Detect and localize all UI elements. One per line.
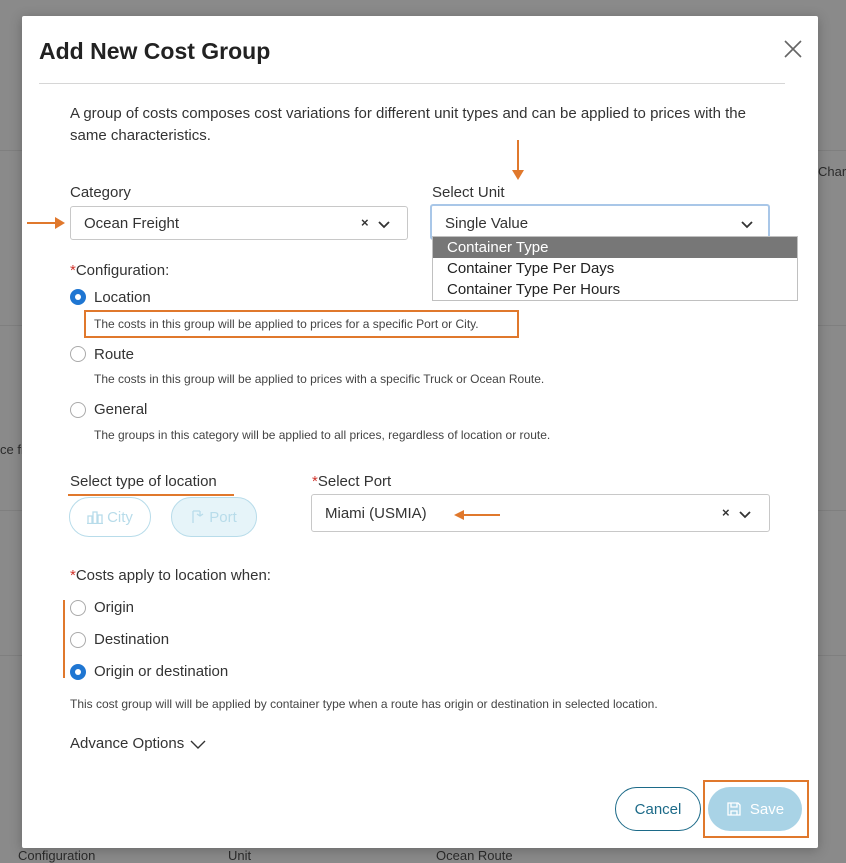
radio-origin-label[interactable]: Origin — [94, 599, 134, 616]
radio-location[interactable] — [70, 289, 86, 305]
general-help: The groups in this category will be appl… — [94, 428, 551, 442]
port-icon — [192, 510, 204, 523]
select-port-value: Miami (USMIA) — [325, 505, 427, 522]
applies-help: This cost group will will be applied by … — [70, 697, 658, 711]
radio-origin-or-destination[interactable] — [70, 664, 86, 680]
cancel-button[interactable]: Cancel — [615, 787, 701, 831]
radio-general-label[interactable]: General — [94, 401, 147, 418]
city-icon — [87, 511, 104, 524]
add-cost-group-modal: Add New Cost Group A group of costs comp… — [22, 16, 818, 848]
bg-col-ocean-route: Ocean Route — [436, 848, 513, 863]
category-label: Category — [70, 184, 131, 201]
applies-when-label: *Costs apply to location when: — [70, 567, 271, 584]
radio-route[interactable] — [70, 346, 86, 362]
radio-origin-or-destination-label[interactable]: Origin or destination — [94, 663, 228, 680]
radio-destination-label[interactable]: Destination — [94, 631, 169, 648]
chevron-down-icon[interactable] — [738, 507, 752, 521]
select-unit-select[interactable]: Single Value — [430, 204, 770, 240]
radio-destination[interactable] — [70, 632, 86, 648]
chevron-down-icon[interactable] — [740, 217, 754, 231]
annotation-arrow-line — [517, 140, 519, 174]
category-value: Ocean Freight — [84, 215, 180, 232]
advance-options-toggle[interactable]: Advance Options — [70, 735, 206, 752]
category-select[interactable]: Ocean Freight × — [70, 206, 408, 240]
location-type-label: Select type of location — [70, 473, 217, 490]
annotation-arrow-head — [55, 217, 65, 229]
modal-description: A group of costs composes cost variation… — [70, 105, 746, 144]
option-container-type-per-days[interactable]: Container Type Per Days — [433, 258, 797, 279]
save-icon — [727, 802, 741, 816]
bg-bottom-bar: Configuration Unit Ocean Route — [0, 846, 846, 863]
select-unit-value: Single Value — [445, 215, 529, 232]
radio-location-label[interactable]: Location — [94, 289, 151, 306]
chevron-down-icon — [190, 740, 206, 749]
annotation-bar — [63, 600, 65, 678]
radio-origin[interactable] — [70, 600, 86, 616]
clear-icon[interactable]: × — [722, 505, 730, 520]
title-divider — [39, 83, 785, 84]
select-port-label: *Select Port — [312, 473, 392, 490]
route-help: The costs in this group will be applied … — [94, 372, 545, 386]
clear-icon[interactable]: × — [361, 215, 369, 230]
annotation-arrow — [454, 510, 500, 520]
port-button[interactable]: Port — [171, 497, 257, 537]
chevron-down-icon[interactable] — [377, 217, 391, 231]
annotation-underline — [68, 494, 234, 496]
save-button[interactable]: Save — [708, 787, 802, 831]
radio-general[interactable] — [70, 402, 86, 418]
select-unit-dropdown: Container Type Container Type Per Days C… — [432, 236, 798, 301]
bg-col-unit: Unit — [228, 848, 252, 863]
save-button-label: Save — [749, 800, 785, 818]
location-help: The costs in this group will be applied … — [94, 317, 479, 331]
modal-title: Add New Cost Group — [39, 38, 271, 64]
city-button-label: City — [107, 508, 133, 526]
configuration-label: *Configuration: — [70, 262, 170, 279]
bg-col-configuration: Configuration — [18, 848, 96, 863]
city-button[interactable]: City — [69, 497, 151, 537]
select-port-select[interactable]: Miami (USMIA) × — [311, 494, 770, 532]
close-icon[interactable] — [782, 38, 804, 60]
annotation-arrow-head — [512, 170, 524, 180]
advance-options-label: Advance Options — [70, 735, 185, 752]
bg-right-text: Char — [818, 164, 846, 179]
port-button-label: Port — [209, 508, 237, 526]
radio-route-label[interactable]: Route — [94, 346, 134, 363]
annotation-arrow-line — [27, 222, 57, 224]
select-unit-label: Select Unit — [432, 184, 505, 201]
option-container-type[interactable]: Container Type — [433, 237, 797, 258]
option-container-type-per-hours[interactable]: Container Type Per Hours — [433, 279, 797, 300]
